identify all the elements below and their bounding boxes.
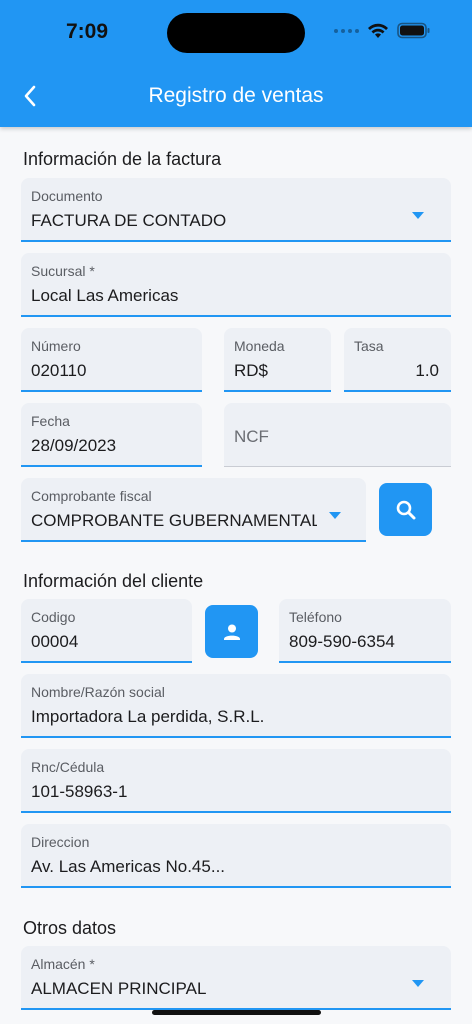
dropdown-arrow-icon xyxy=(329,512,341,519)
field-value: FACTURA DE CONTADO xyxy=(31,211,227,230)
field-value: ALMACEN PRINCIPAL xyxy=(31,979,207,998)
codigo-field[interactable]: Codigo 00004 xyxy=(21,599,192,663)
tasa-field[interactable]: Tasa 1.0 xyxy=(344,328,451,392)
battery-icon xyxy=(397,22,430,39)
field-value: 00004 xyxy=(31,632,79,651)
moneda-field[interactable]: Moneda RD$ xyxy=(224,328,331,392)
signal-icon xyxy=(334,28,359,33)
search-icon xyxy=(396,500,415,519)
select-client-button[interactable] xyxy=(205,605,258,658)
section-title-factura: Información de la factura xyxy=(23,149,222,169)
wifi-icon xyxy=(368,23,388,38)
field-label: Documento xyxy=(31,188,103,204)
field-label: Sucursal * xyxy=(31,263,95,279)
field-value: 809-590-6354 xyxy=(289,632,395,651)
field-value: COMPROBANTE GUBERNAMENTAL xyxy=(31,511,317,530)
field-label: Número xyxy=(31,338,81,354)
field-label: Almacén * xyxy=(31,956,95,972)
field-value: 101-58963-1 xyxy=(31,782,128,801)
ncf-field[interactable]: NCF xyxy=(224,403,451,467)
status-time: 7:09 xyxy=(66,20,109,43)
field-value: Local Las Americas xyxy=(31,286,179,305)
field-label: Direccion xyxy=(31,834,90,850)
field-value: RD$ xyxy=(234,361,269,380)
field-label: Rnc/Cédula xyxy=(31,759,105,775)
numero-field[interactable]: Número 020110 xyxy=(21,328,202,392)
field-value: Importadora La perdida, S.R.L. xyxy=(31,707,265,726)
field-value: Av. Las Americas No.45... xyxy=(31,857,226,876)
field-label: Codigo xyxy=(31,609,76,625)
app-bar: 7:09 Registro de ventas xyxy=(0,0,472,127)
dropdown-arrow-icon xyxy=(412,980,424,987)
status-icons xyxy=(334,22,431,39)
almacen-dropdown[interactable]: Almacén * ALMACEN PRINCIPAL xyxy=(21,946,451,1010)
field-label: Nombre/Razón social xyxy=(31,684,165,700)
person-icon xyxy=(223,624,240,640)
sucursal-field[interactable]: Sucursal * Local Las Americas xyxy=(21,253,451,317)
telefono-field[interactable]: Teléfono 809-590-6354 xyxy=(279,599,451,663)
rnc-field[interactable]: Rnc/Cédula 101-58963-1 xyxy=(21,749,451,813)
section-title-otros: Otros datos xyxy=(23,918,117,938)
field-label: Fecha xyxy=(31,413,70,429)
comprobante-dropdown[interactable]: Comprobante fiscal COMPROBANTE GUBERNAME… xyxy=(21,478,366,542)
dynamic-island xyxy=(167,13,305,53)
field-label: Comprobante fiscal xyxy=(31,488,152,504)
field-label: Teléfono xyxy=(289,609,342,625)
field-value: 020110 xyxy=(31,361,87,380)
page-title: Registro de ventas xyxy=(148,84,324,107)
nombre-field[interactable]: Nombre/Razón social Importadora La perdi… xyxy=(21,674,451,738)
fecha-field[interactable]: Fecha 28/09/2023 xyxy=(21,403,202,467)
documento-dropdown[interactable]: Documento FACTURA DE CONTADO xyxy=(21,178,451,242)
search-comprobante-button[interactable] xyxy=(379,483,432,536)
direccion-field[interactable]: Direccion Av. Las Americas No.45... xyxy=(21,824,451,888)
field-label: Tasa xyxy=(354,338,384,354)
field-value: 1.0 xyxy=(415,361,439,380)
field-value: 28/09/2023 xyxy=(31,436,117,455)
dropdown-arrow-icon xyxy=(412,212,424,219)
field-label: Moneda xyxy=(234,338,285,354)
field-placeholder: NCF xyxy=(234,427,269,446)
home-indicator xyxy=(152,1010,321,1015)
section-title-cliente: Información del cliente xyxy=(23,571,204,591)
